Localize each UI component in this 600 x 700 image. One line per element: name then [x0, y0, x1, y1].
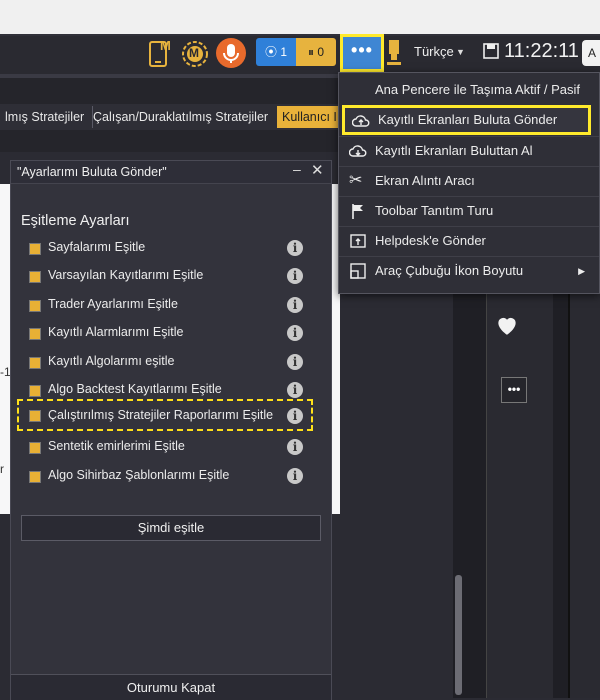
scissors-icon: ✂: [349, 172, 363, 189]
clock: 11:22:11: [504, 40, 579, 62]
checkbox[interactable]: [29, 471, 41, 483]
menu-item-send-to-helpdesk[interactable]: Helpdesk'e Gönder: [339, 226, 599, 256]
dialog-title: "Ayarlarımı Buluta Gönder": [17, 165, 167, 179]
language-selector[interactable]: Türkçe: [414, 44, 454, 59]
record-button[interactable]: ⦿ 1: [256, 38, 296, 66]
info-icon[interactable]: i: [287, 240, 303, 256]
menu-item-get-screens-from-cloud[interactable]: Kayıtlı Ekranları Buluttan Al: [339, 136, 599, 166]
window-top-strip: [0, 0, 600, 36]
checkbox[interactable]: [29, 243, 41, 255]
save-icon[interactable]: [483, 43, 499, 59]
more-options-small-button[interactable]: •••: [501, 377, 527, 403]
cloud-upload-icon: [352, 115, 370, 127]
cloud-download-icon: [349, 145, 367, 157]
checkbox[interactable]: [29, 357, 41, 369]
checkbox[interactable]: [29, 442, 41, 454]
menu-item-send-screens-to-cloud[interactable]: Kayıtlı Ekranları Buluta Gönder: [342, 105, 591, 135]
submenu-arrow-icon: ▶: [578, 266, 585, 276]
content-header: [0, 130, 340, 152]
tab-running-strategies[interactable]: Çalışan/Duraklatılmış Stratejiler: [88, 106, 281, 128]
heart-icon[interactable]: [494, 312, 520, 338]
sync-option-trader-settings[interactable]: Trader Ayarlarımı Eşitle i: [25, 294, 325, 318]
more-menu-button[interactable]: •••: [340, 34, 384, 72]
info-icon[interactable]: i: [287, 468, 303, 484]
sync-option-algos[interactable]: Kayıtlı Algolarımı eşitle i: [25, 351, 325, 375]
microphone-button[interactable]: [216, 38, 246, 68]
sync-settings-dialog: "Ayarlarımı Buluta Gönder" – ✕ Eşitleme …: [10, 160, 332, 700]
checkbox[interactable]: [29, 410, 41, 422]
right-edge-panel: [568, 292, 600, 698]
flag-icon: [352, 204, 363, 219]
checkbox[interactable]: [29, 300, 41, 312]
menu-item-toolbar-tour[interactable]: Toolbar Tanıtım Turu: [339, 196, 599, 226]
right-side-panel: [486, 292, 553, 698]
menu-item-snipping-tool[interactable]: ✂ Ekran Alıntı Aracı: [339, 166, 599, 196]
microphone-icon: [223, 44, 239, 63]
sync-option-synthetic-orders[interactable]: Sentetik emirlerimi Eşitle i: [25, 436, 325, 460]
resize-icon: [350, 263, 366, 279]
sync-option-strategy-reports[interactable]: Çalıştırılmış Stratejiler Raporlarımı Eş…: [17, 399, 313, 431]
content-snippet-2: r: [0, 462, 4, 476]
pause-circle-icon: ⏸: [307, 45, 314, 59]
upload-box-icon: [350, 234, 366, 248]
coin-icon[interactable]: M: [180, 38, 210, 68]
checkbox[interactable]: [29, 385, 41, 397]
chevron-down-icon[interactable]: ▼: [456, 47, 465, 57]
more-dropdown-menu: Ana Pencere ile Taşıma Aktif / Pasif Kay…: [338, 72, 600, 294]
checkbox[interactable]: [29, 328, 41, 340]
info-icon[interactable]: i: [287, 354, 303, 370]
info-icon[interactable]: i: [287, 325, 303, 341]
info-icon[interactable]: i: [287, 408, 303, 424]
info-icon[interactable]: i: [287, 297, 303, 313]
sync-now-button[interactable]: Şimdi eşitle: [21, 515, 321, 541]
mobile-icon[interactable]: M: [148, 38, 174, 68]
info-icon[interactable]: i: [287, 268, 303, 284]
search-input-edge[interactable]: A: [582, 40, 600, 66]
sync-option-alarms[interactable]: Kayıtlı Alarmlarımı Eşitle i: [25, 322, 325, 346]
marker-icon[interactable]: [386, 38, 402, 68]
close-session-button[interactable]: Oturumu Kapat: [11, 674, 331, 700]
sync-option-default-records[interactable]: Varsayılan Kayıtlarımı Eşitle i: [25, 265, 325, 289]
menu-item-move-with-main[interactable]: Ana Pencere ile Taşıma Aktif / Pasif: [339, 75, 599, 105]
menu-item-toolbar-icon-size[interactable]: Araç Çubuğu İkon Boyutu ▶: [339, 256, 599, 286]
play-circle-icon: ⦿: [264, 45, 277, 59]
minimize-icon[interactable]: –: [293, 161, 301, 177]
sync-option-algo-wizard-templates[interactable]: Algo Sihirbaz Şablonlarımı Eşitle i: [25, 465, 325, 489]
checkbox[interactable]: [29, 271, 41, 283]
pause-button[interactable]: ⏸ 0: [296, 38, 336, 66]
close-icon[interactable]: ✕: [311, 161, 324, 179]
section-title: Eşitleme Ayarları: [21, 213, 130, 229]
sync-option-pages[interactable]: Sayfalarımı Eşitle i: [25, 237, 325, 261]
vertical-scrollbar[interactable]: [455, 575, 462, 695]
info-icon[interactable]: i: [287, 382, 303, 398]
tab-strategies[interactable]: lmış Stratejiler: [0, 106, 93, 128]
info-icon[interactable]: i: [287, 439, 303, 455]
